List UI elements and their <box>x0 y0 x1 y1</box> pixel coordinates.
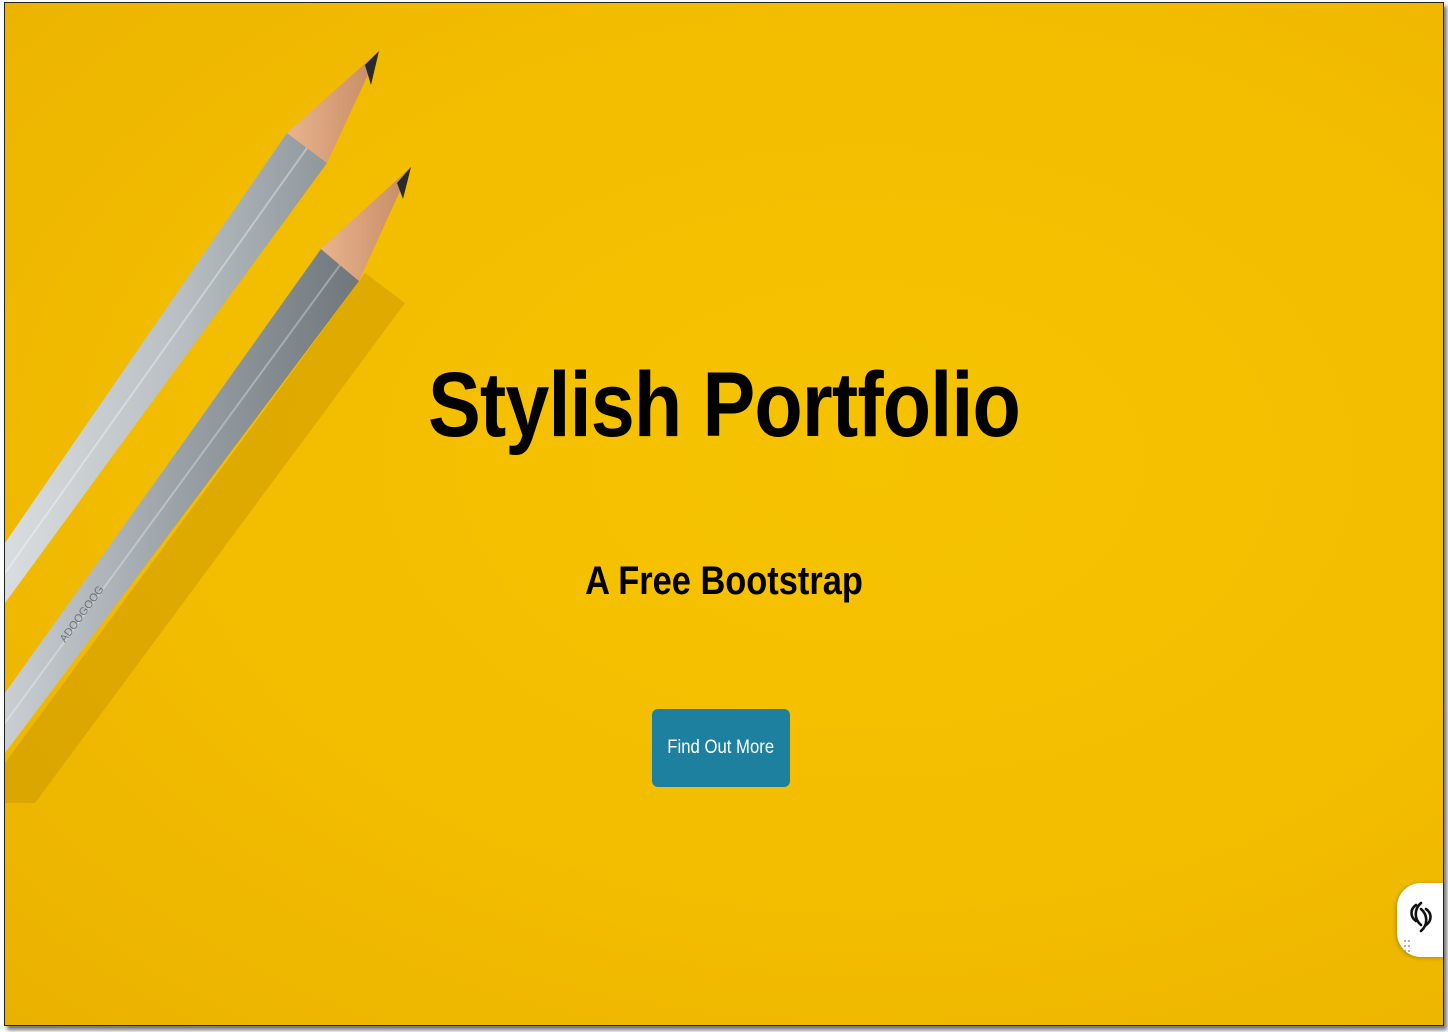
drag-handle-icon[interactable] <box>1403 939 1411 953</box>
accessibility-widget-icon <box>1410 901 1432 933</box>
find-out-more-label: Find Out More <box>667 737 775 758</box>
page-subtitle: A Free Bootstrap <box>585 559 863 603</box>
page-title: Stylish Portfolio <box>427 354 1021 456</box>
hero-section: ADOOGOOG Stylish Portfolio A Free Bootst… <box>4 2 1444 1026</box>
find-out-more-button[interactable]: Find Out More <box>652 709 790 787</box>
accessibility-widget[interactable] <box>1397 883 1443 957</box>
